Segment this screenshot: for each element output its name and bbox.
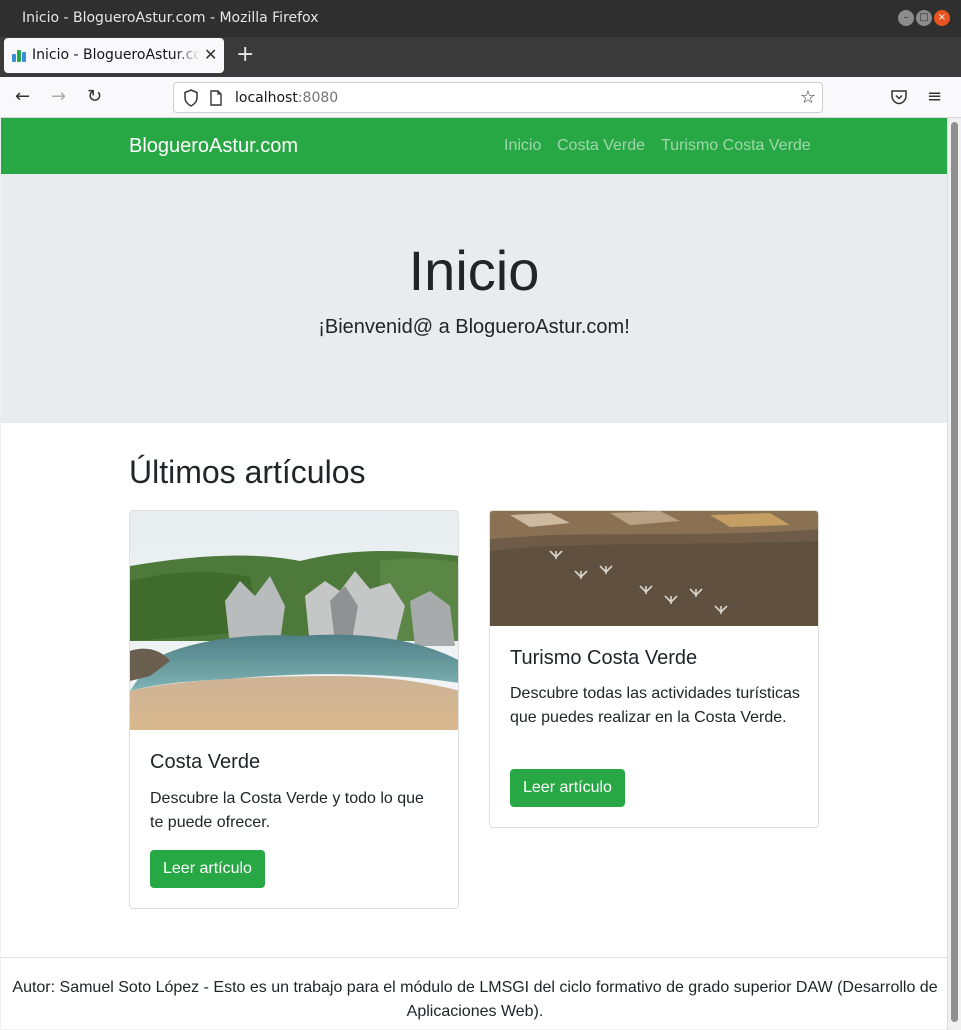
reload-icon[interactable]: ↻: [87, 86, 102, 107]
tab-strip: Inicio - BlogueroAstur.com ✕ +: [0, 37, 961, 77]
card-text: Descubre todas las actividades turística…: [510, 685, 800, 726]
hero-subtitle: ¡Bienvenid@ a BlogueroAstur.com!: [318, 316, 630, 338]
beach-cove-image[interactable]: [130, 511, 458, 730]
close-icon[interactable]: ×: [934, 10, 950, 26]
page-viewport: BlogueroAstur.com Inicio Costa Verde Tur…: [1, 118, 947, 1029]
card-text: Descubre la Costa Verde y todo lo que te…: [150, 790, 424, 831]
url-text[interactable]: localhost:8080: [235, 90, 338, 106]
window-title: Inicio - BlogueroAstur.com - Mozilla Fir…: [22, 10, 319, 26]
bookmark-star-icon[interactable]: ☆: [800, 87, 816, 108]
footer-text: Autor: Samuel Soto López - Esto es un tr…: [12, 979, 938, 1020]
nav-link-inicio[interactable]: Inicio: [504, 137, 541, 155]
page-icon[interactable]: [209, 90, 223, 106]
card-title: Costa Verde: [150, 751, 261, 773]
site-navbar: BlogueroAstur.com Inicio Costa Verde Tur…: [1, 118, 947, 174]
nav-link-costa-verde[interactable]: Costa Verde: [557, 137, 645, 155]
url-bar[interactable]: localhost:8080 ☆: [173, 82, 823, 113]
pocket-icon[interactable]: [890, 89, 908, 105]
window-titlebar: Inicio - BlogueroAstur.com - Mozilla Fir…: [0, 0, 961, 37]
site-favicon-icon: [12, 48, 28, 62]
minimize-icon[interactable]: –: [898, 10, 914, 26]
card-title: Turismo Costa Verde: [510, 647, 698, 669]
scrollbar-thumb[interactable]: [951, 122, 958, 1022]
new-tab-icon[interactable]: +: [236, 42, 254, 67]
article-card: Turismo Costa Verde Descubre todas las a…: [489, 510, 819, 828]
article-card: Costa Verde Descubre la Costa Verde y to…: [129, 510, 459, 909]
back-icon[interactable]: ←: [15, 86, 30, 107]
read-article-button[interactable]: Leer artículo: [510, 769, 625, 807]
read-article-button[interactable]: Leer artículo: [150, 850, 265, 888]
menu-icon[interactable]: ≡: [927, 86, 942, 107]
browser-window: Inicio - BlogueroAstur.com - Mozilla Fir…: [0, 0, 961, 1030]
hero-title: Inicio: [408, 239, 540, 302]
forward-icon[interactable]: →: [51, 86, 66, 107]
maximize-icon[interactable]: □: [916, 10, 932, 26]
tab-close-icon[interactable]: ✕: [204, 45, 217, 64]
browser-tab[interactable]: Inicio - BlogueroAstur.com ✕: [4, 38, 224, 73]
shield-icon[interactable]: [183, 89, 199, 107]
nav-link-turismo-costa-verde[interactable]: Turismo Costa Verde: [661, 137, 811, 155]
page-scrollbar[interactable]: [947, 118, 961, 1030]
articles-heading: Últimos artículos: [129, 454, 366, 490]
rock-footprints-image[interactable]: [490, 511, 818, 626]
site-brand-link[interactable]: BlogueroAstur.com: [129, 135, 298, 158]
tab-title: Inicio - BlogueroAstur.com: [32, 47, 200, 63]
hero-jumbotron: Inicio ¡Bienvenid@ a BlogueroAstur.com!: [1, 174, 947, 423]
site-footer: Autor: Samuel Soto López - Esto es un tr…: [1, 957, 947, 1029]
navigation-toolbar: ← → ↻ localhost:8080 ☆ ≡: [0, 77, 961, 118]
